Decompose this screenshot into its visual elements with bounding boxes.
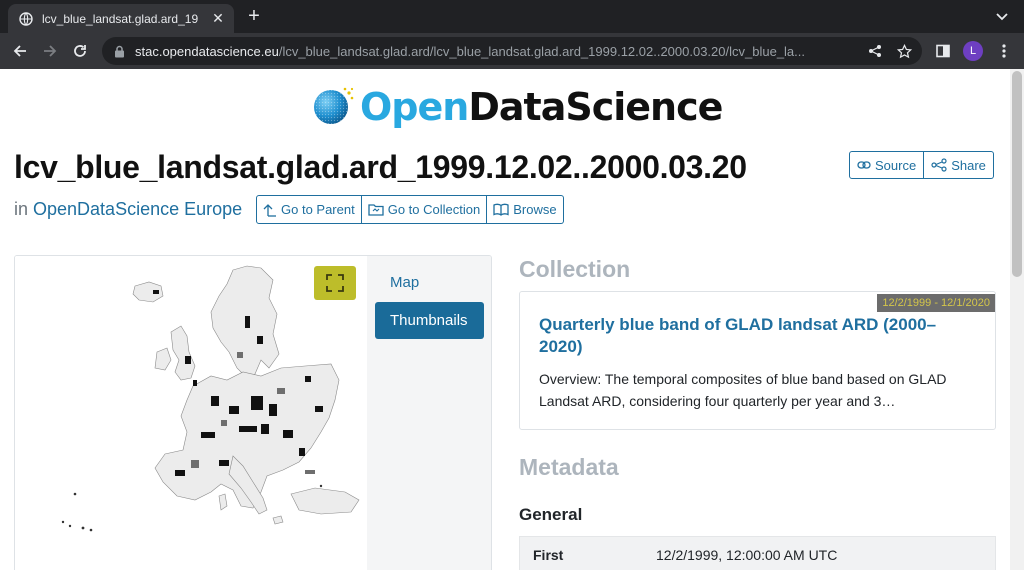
profile-avatar[interactable]: L bbox=[963, 41, 983, 61]
reload-icon[interactable] bbox=[70, 41, 90, 61]
folder-icon bbox=[368, 204, 384, 216]
kebab-menu-icon[interactable] bbox=[994, 41, 1014, 61]
source-button[interactable]: Source bbox=[849, 151, 925, 179]
date-range-badge: 12/2/1999 - 12/1/2020 bbox=[877, 294, 995, 312]
site-logo[interactable]: OpenDataScience bbox=[312, 81, 723, 133]
forward-arrow-icon[interactable] bbox=[40, 41, 60, 61]
lock-icon bbox=[114, 44, 126, 58]
preview-tabs: Map Thumbnails bbox=[367, 256, 491, 570]
address-bar[interactable]: stac.opendatascience.eu/lcv_blue_landsat… bbox=[102, 37, 922, 65]
go-to-parent-label: Go to Parent bbox=[281, 202, 355, 217]
browser-toolbar: stac.opendatascience.eu/lcv_blue_landsat… bbox=[0, 33, 1024, 69]
europe-thumbnail bbox=[61, 265, 360, 532]
go-to-parent-button[interactable]: Go to Parent bbox=[256, 195, 362, 224]
in-prefix: in bbox=[14, 199, 34, 219]
share-icon bbox=[931, 158, 947, 172]
share-button[interactable]: Share bbox=[924, 151, 994, 179]
browse-label: Browse bbox=[513, 202, 557, 217]
scrollbar-thumb[interactable] bbox=[1012, 71, 1022, 277]
collection-title-link[interactable]: Quarterly blue band of GLAD landsat ARD … bbox=[539, 314, 959, 358]
thumbnail-image[interactable] bbox=[15, 256, 367, 570]
parent-catalog-line: in OpenDataScience Europe bbox=[14, 199, 242, 220]
globe-logo-icon bbox=[312, 86, 354, 128]
tab-map[interactable]: Map bbox=[375, 264, 484, 301]
logo-wordmark: OpenDataScience bbox=[360, 85, 723, 129]
parent-catalog-link[interactable]: OpenDataScience Europe bbox=[33, 199, 242, 219]
globe-icon bbox=[18, 11, 34, 27]
tab-title: lcv_blue_landsat.glad.ard_19 bbox=[42, 11, 199, 26]
metadata-key: First bbox=[533, 547, 564, 563]
tab-thumbnails[interactable]: Thumbnails bbox=[375, 302, 484, 339]
browser-tab[interactable]: lcv_blue_landsat.glad.ard_19 ✕ bbox=[8, 4, 234, 33]
side-panel-icon[interactable] bbox=[933, 41, 953, 61]
metadata-row: First 12/2/1999, 12:00:00 AM UTC bbox=[519, 536, 996, 570]
page-scrollbar[interactable] bbox=[1010, 69, 1024, 570]
header-actions: Source Share bbox=[849, 151, 994, 179]
page-title: lcv_blue_landsat.glad.ard_1999.12.02..20… bbox=[14, 149, 747, 185]
arrow-up-left-icon bbox=[263, 203, 276, 217]
collection-description: Overview: The temporal composites of blu… bbox=[539, 371, 947, 409]
new-tab-button[interactable]: + bbox=[242, 5, 266, 27]
go-to-collection-label: Go to Collection bbox=[387, 202, 481, 217]
book-icon bbox=[493, 203, 509, 216]
browser-tab-bar: lcv_blue_landsat.glad.ard_19 ✕ + bbox=[0, 0, 1024, 33]
chevron-down-icon[interactable] bbox=[994, 8, 1010, 24]
collection-heading: Collection bbox=[519, 256, 631, 282]
fullscreen-icon bbox=[326, 274, 344, 292]
link-icon bbox=[857, 161, 871, 169]
share-icon[interactable] bbox=[867, 43, 883, 59]
page-content: OpenDataScience lcv_blue_landsat.glad.ar… bbox=[0, 69, 1010, 570]
star-icon[interactable] bbox=[896, 43, 912, 59]
browse-button[interactable]: Browse bbox=[487, 195, 564, 224]
url-text: stac.opendatascience.eu/lcv_blue_landsat… bbox=[135, 43, 805, 59]
close-tab-icon[interactable]: ✕ bbox=[210, 10, 226, 27]
metadata-heading: Metadata bbox=[519, 454, 619, 480]
share-label: Share bbox=[951, 157, 986, 173]
preview-panel: Map Thumbnails bbox=[14, 255, 492, 570]
fullscreen-button[interactable] bbox=[314, 266, 356, 300]
source-label: Source bbox=[875, 157, 917, 173]
back-arrow-icon[interactable] bbox=[10, 41, 30, 61]
go-to-collection-button[interactable]: Go to Collection bbox=[361, 195, 488, 224]
metadata-value: 12/2/1999, 12:00:00 AM UTC bbox=[656, 547, 838, 563]
collection-card[interactable]: 12/2/1999 - 12/1/2020 Quarterly blue ban… bbox=[519, 291, 996, 430]
general-section-heading: General bbox=[519, 505, 583, 524]
navigation-buttons: Go to Parent Go to Collection Browse bbox=[256, 195, 564, 224]
